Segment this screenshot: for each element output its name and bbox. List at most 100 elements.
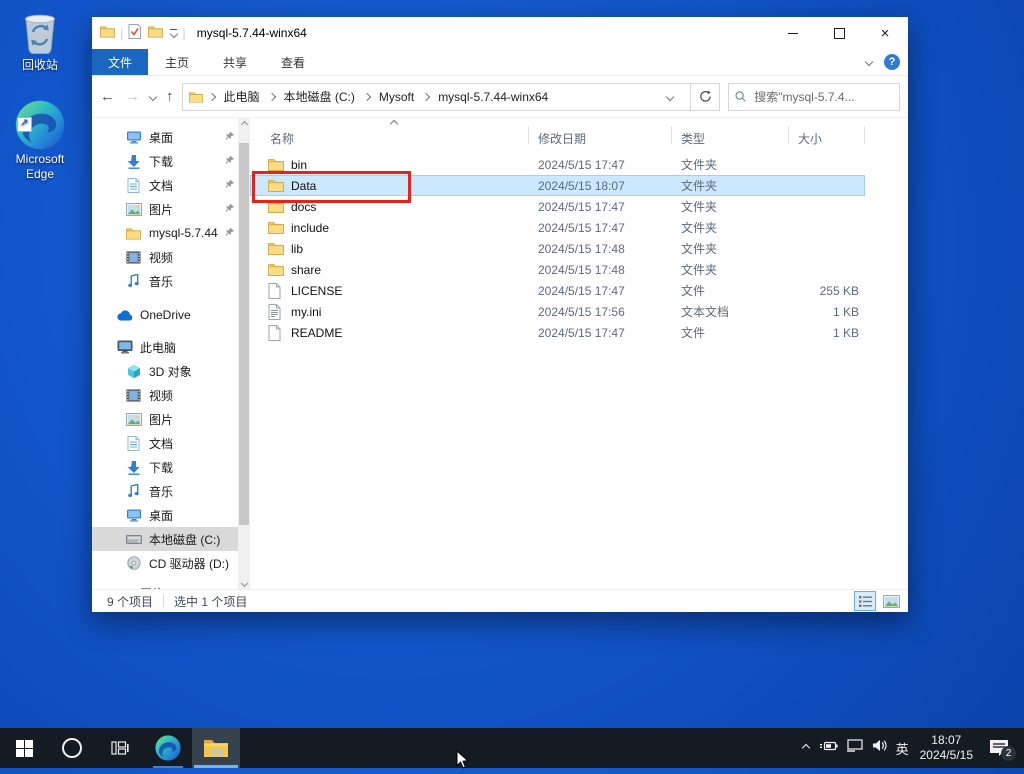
back-button[interactable]: ← <box>100 88 115 105</box>
sidebar-item-this-pc[interactable]: 此电脑 <box>92 335 238 359</box>
scroll-up-arrow[interactable] <box>238 117 250 131</box>
tab-file[interactable]: 文件 <box>92 49 148 75</box>
column-header-date[interactable]: 修改日期 <box>538 130 586 147</box>
file-row-share[interactable]: share 2024/5/15 17:48 文件夹 <box>250 259 865 280</box>
breadcrumb-local-disk-c[interactable]: 本地磁盘 (C:) <box>279 88 360 105</box>
scrollbar-thumb[interactable] <box>239 143 249 525</box>
file-row-data-selected[interactable]: Data 2024/5/15 18:07 文件夹 <box>250 175 865 196</box>
sidebar-item-documents-pc[interactable]: 文档 <box>92 431 238 455</box>
start-button[interactable] <box>0 728 48 768</box>
recycle-bin-icon <box>1 8 79 56</box>
new-folder-button[interactable] <box>148 25 163 41</box>
address-bar[interactable]: 此电脑 本地磁盘 (C:) Mysoft mysql-5.7.44-winx64 <box>182 83 721 111</box>
column-divider[interactable] <box>864 126 865 144</box>
sidebar-item-documents-quick[interactable]: 文档 <box>92 173 238 197</box>
sidebar-item-mysql-folder-quick[interactable]: mysql-5.7.44 <box>92 221 238 245</box>
help-button[interactable]: ? <box>884 54 900 70</box>
sidebar-item-onedrive[interactable]: OneDrive <box>92 303 238 327</box>
file-row-readme[interactable]: README 2024/5/15 17:47 文件 1 KB <box>250 322 865 343</box>
details-view-button[interactable] <box>854 591 876 611</box>
file-date: 2024/5/15 17:47 <box>530 284 673 298</box>
breadcrumb-mysql-folder[interactable]: mysql-5.7.44-winx64 <box>433 90 553 104</box>
task-view-button[interactable] <box>96 728 144 768</box>
file-name: lib <box>291 242 303 256</box>
taskbar: 英 18:07 2024/5/15 2 <box>0 728 1024 768</box>
tab-view[interactable]: 查看 <box>264 49 322 75</box>
sidebar-item-3d-objects[interactable]: 3D 对象 <box>92 359 238 383</box>
search-input[interactable] <box>752 89 893 105</box>
taskbar-edge-button[interactable] <box>144 728 192 768</box>
navigation-toolbar: ← → ↑ 此电脑 本地磁盘 (C:) Mysoft mysql-5.7.44-… <box>92 76 908 118</box>
tab-home[interactable]: 主页 <box>148 49 206 75</box>
file-row-lib[interactable]: lib 2024/5/15 17:48 文件夹 <box>250 238 865 259</box>
folder-icon <box>268 158 284 171</box>
file-row-include[interactable]: include 2024/5/15 17:47 文件夹 <box>250 217 865 238</box>
sidebar-scrollbar[interactable] <box>238 117 250 590</box>
sidebar-item-cd-drive-d[interactable]: CD 驱动器 (D:) <box>92 551 238 575</box>
collapse-ribbon-icon[interactable] <box>865 58 873 66</box>
sidebar-item-pictures-pc[interactable]: 图片 <box>92 407 238 431</box>
folder-icon <box>268 221 284 234</box>
large-icons-view-button[interactable] <box>880 591 902 611</box>
recent-locations-dropdown[interactable] <box>149 92 157 100</box>
column-header-name[interactable]: 名称 <box>270 130 294 147</box>
file-row-license[interactable]: LICENSE 2024/5/15 17:47 文件 255 KB <box>250 280 865 301</box>
sidebar-item-label: OneDrive <box>140 308 191 322</box>
taskbar-explorer-button[interactable] <box>192 728 240 768</box>
sidebar-item-desktop-pc[interactable]: 桌面 <box>92 503 238 527</box>
desktop-icon-recycle-bin[interactable]: 回收站 <box>1 8 79 73</box>
sidebar-item-downloads-quick[interactable]: 下载 <box>92 149 238 173</box>
maximize-button[interactable] <box>816 17 862 49</box>
picture-icon <box>125 201 142 217</box>
search-box[interactable] <box>728 83 900 111</box>
file-type: 文件 <box>673 282 790 299</box>
forward-button[interactable]: → <box>125 88 140 105</box>
taskbar-clock[interactable]: 18:07 2024/5/15 <box>920 733 973 763</box>
file-row-docs[interactable]: docs 2024/5/15 17:47 文件夹 <box>250 196 865 217</box>
file-name: docs <box>291 200 316 214</box>
power-icon[interactable] <box>820 739 838 757</box>
sidebar-item-videos-pc[interactable]: 视频 <box>92 383 238 407</box>
file-type: 文件夹 <box>673 219 790 236</box>
up-button[interactable]: ↑ <box>166 88 174 105</box>
download-icon <box>125 153 142 169</box>
file-size: 255 KB <box>790 284 862 298</box>
close-button[interactable]: × <box>862 17 908 49</box>
volume-icon[interactable] <box>872 739 887 757</box>
sidebar-item-videos-quick[interactable]: 视频 <box>92 245 238 269</box>
network-icon[interactable] <box>847 739 863 757</box>
search-button[interactable] <box>48 728 96 768</box>
hidden-icons-chevron[interactable] <box>801 744 809 752</box>
sidebar-item-local-disk-c[interactable]: 本地磁盘 (C:) <box>92 527 238 551</box>
sidebar-item-downloads-pc[interactable]: 下载 <box>92 455 238 479</box>
sidebar-item-label: 本地磁盘 (C:) <box>149 531 220 548</box>
file-row-my-ini[interactable]: my.ini 2024/5/15 17:56 文本文档 1 KB <box>250 301 865 322</box>
breadcrumb-mysoft[interactable]: Mysoft <box>374 90 419 104</box>
sidebar-item-pictures-quick[interactable]: 图片 <box>92 197 238 221</box>
action-center-button[interactable]: 2 <box>984 735 1014 761</box>
column-divider[interactable] <box>788 126 789 144</box>
file-name: my.ini <box>291 305 321 319</box>
column-header-type[interactable]: 类型 <box>681 130 705 147</box>
breadcrumb-this-pc[interactable]: 此电脑 <box>219 88 265 105</box>
tab-share[interactable]: 共享 <box>206 49 264 75</box>
sidebar-item-music-pc[interactable]: 音乐 <box>92 479 238 503</box>
chevron-down-icon <box>666 92 674 100</box>
scroll-down-arrow[interactable] <box>238 576 250 590</box>
desktop-icon <box>125 129 142 145</box>
properties-button[interactable] <box>128 24 141 42</box>
input-language-indicator[interactable]: 英 <box>896 739 909 758</box>
column-divider[interactable] <box>671 126 672 144</box>
address-dropdown-button[interactable] <box>656 84 684 110</box>
refresh-button[interactable] <box>691 84 719 110</box>
minimize-button[interactable] <box>770 17 816 49</box>
column-header-size[interactable]: 大小 <box>798 130 822 147</box>
items-count: 9 个项目 <box>107 593 153 610</box>
sidebar-item-desktop-quick[interactable]: 桌面 <box>92 125 238 149</box>
column-divider[interactable] <box>528 126 529 144</box>
desktop-icon-edge[interactable]: ↗ Microsoft Edge <box>1 100 79 182</box>
sidebar-item-music-quick[interactable]: 音乐 <box>92 269 238 293</box>
quick-access-toolbar-dropdown[interactable] <box>170 29 177 37</box>
file-row-bin[interactable]: bin 2024/5/15 17:47 文件夹 <box>250 154 865 175</box>
column-headers: 名称 修改日期 类型 大小 <box>250 117 908 151</box>
